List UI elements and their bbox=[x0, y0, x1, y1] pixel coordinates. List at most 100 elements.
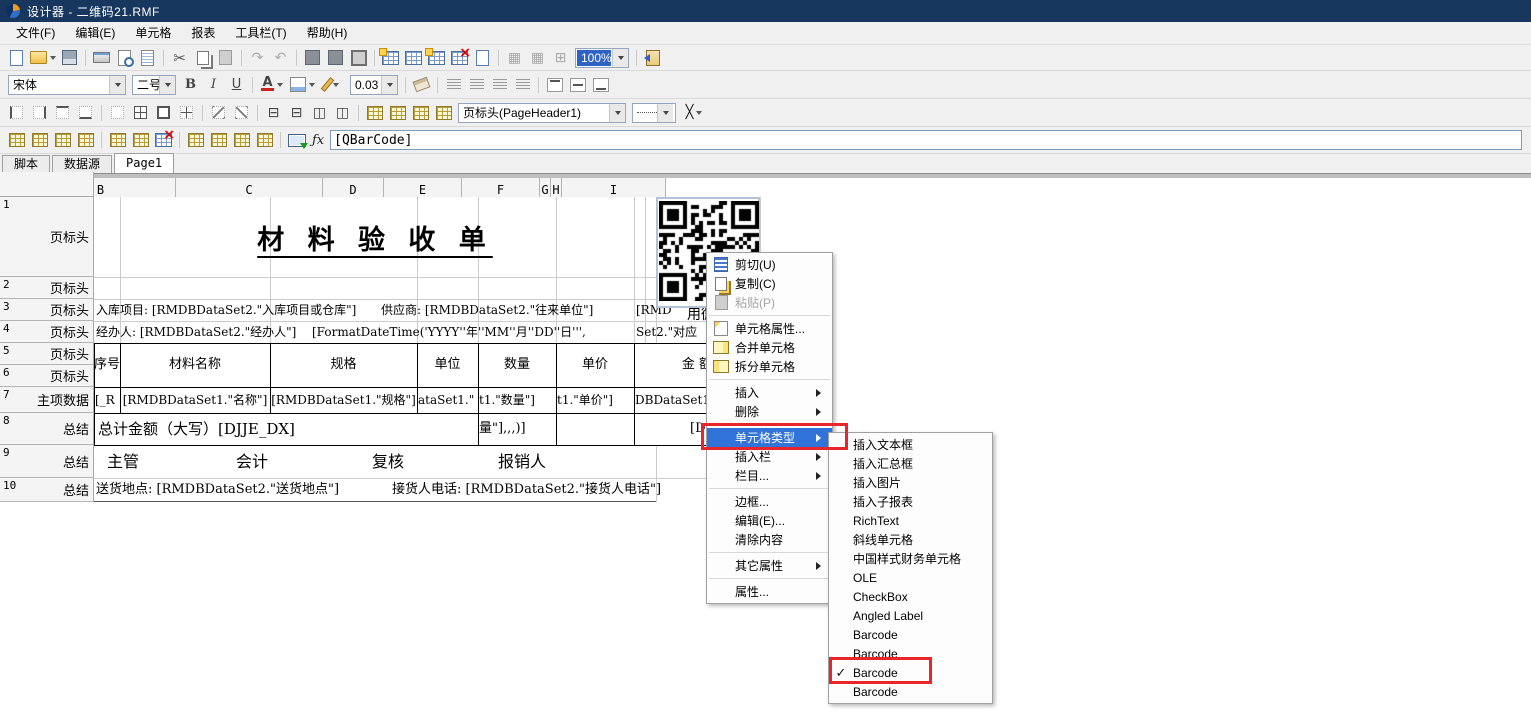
data-cell[interactable]: t1."数量"] bbox=[478, 387, 556, 413]
align-center-icon[interactable] bbox=[465, 74, 488, 95]
new-page-icon[interactable] bbox=[471, 47, 494, 68]
row-header[interactable]: 9 总结 bbox=[0, 445, 94, 478]
fill-color-button[interactable] bbox=[287, 74, 317, 95]
delete-cells-icon[interactable] bbox=[152, 130, 175, 151]
menu-borders[interactable]: 边框... bbox=[707, 492, 832, 511]
new-file-icon[interactable] bbox=[5, 47, 28, 68]
insert-table-icon[interactable] bbox=[402, 47, 425, 68]
cut-icon[interactable]: ✂ bbox=[168, 47, 191, 68]
merge-band-icon[interactable] bbox=[230, 130, 253, 151]
menu-delete[interactable]: 删除 bbox=[707, 402, 832, 421]
chevron-down-icon[interactable] bbox=[612, 49, 628, 67]
table-header-cell[interactable]: 单价 bbox=[556, 343, 634, 387]
menu-report[interactable]: 报表 bbox=[181, 22, 225, 44]
menu-other-properties[interactable]: 其它属性 bbox=[707, 556, 832, 575]
undo-icon[interactable]: ↶ bbox=[269, 47, 292, 68]
cell-total-amount[interactable]: 总计金额（大写）[DJJE_DX] bbox=[98, 413, 295, 445]
band-select[interactable]: 页标头(PageHeader1) bbox=[458, 103, 626, 123]
cell-clipped-r4[interactable]: Set2."对应 bbox=[636, 321, 697, 343]
submenu-chinese-finance-cell[interactable]: 中国样式财务单元格 bbox=[829, 549, 992, 568]
show-cell-borders-icon[interactable]: ⊞ bbox=[549, 47, 572, 68]
menu-insert-bar[interactable]: 插入栏 bbox=[707, 447, 832, 466]
band-split-icon[interactable] bbox=[74, 130, 97, 151]
signature-cell[interactable]: 报销人 bbox=[498, 445, 546, 478]
snap-to-grid-icon[interactable]: ▦ bbox=[526, 47, 549, 68]
delete-band-icon[interactable] bbox=[448, 47, 471, 68]
copy-icon[interactable] bbox=[191, 47, 214, 68]
data-cell[interactable]: [_R bbox=[94, 387, 120, 413]
column-insert-icon[interactable] bbox=[51, 130, 74, 151]
menu-file[interactable]: 文件(F) bbox=[6, 22, 65, 44]
row-insert-icon[interactable] bbox=[28, 130, 51, 151]
font-size-select[interactable]: 二号 bbox=[132, 75, 176, 95]
insert-column-icon[interactable] bbox=[386, 102, 409, 123]
submenu-barcode-2[interactable]: Barcode bbox=[829, 644, 992, 663]
line-style-select[interactable] bbox=[632, 103, 676, 123]
new-report-icon[interactable] bbox=[379, 47, 402, 68]
submenu-richtext[interactable]: RichText bbox=[829, 511, 992, 530]
menu-paste[interactable]: 粘贴(P) bbox=[707, 293, 832, 312]
preview-button[interactable] bbox=[285, 130, 308, 151]
row-header[interactable]: 3 页标头 bbox=[0, 299, 94, 321]
chevron-down-icon[interactable] bbox=[109, 76, 125, 94]
chevron-down-icon[interactable] bbox=[381, 76, 397, 94]
merge-horizontal-icon[interactable]: ⊟ bbox=[262, 102, 285, 123]
valign-center-icon[interactable] bbox=[566, 74, 589, 95]
table-header-cell[interactable]: 数量 bbox=[478, 343, 556, 387]
data-cell[interactable]: ataSet1." bbox=[417, 387, 478, 413]
border-all-icon[interactable] bbox=[129, 102, 152, 123]
signature-cell[interactable]: 复核 bbox=[372, 445, 404, 478]
cell-supplier[interactable]: 供应商: [RMDBDataSet2."往来单位"] bbox=[381, 299, 593, 321]
submenu-angled-label[interactable]: Angled Label bbox=[829, 606, 992, 625]
report-title-cell[interactable]: 材 料 验 收 单 bbox=[94, 197, 656, 277]
border-left-icon[interactable] bbox=[5, 102, 28, 123]
formula-input[interactable] bbox=[330, 130, 1522, 150]
underline-button[interactable]: U bbox=[225, 74, 248, 95]
valign-top-icon[interactable] bbox=[543, 74, 566, 95]
submenu-ole[interactable]: OLE bbox=[829, 568, 992, 587]
cell-qty-sum-clipped[interactable]: 量"],,,)] bbox=[479, 413, 526, 445]
cell-warehouse[interactable]: 入库项目: [RMDBDataSet2."入库项目或仓库"] bbox=[96, 299, 356, 321]
table-header-cell[interactable]: 序号 bbox=[94, 343, 120, 387]
menu-cell[interactable]: 单元格 bbox=[125, 22, 181, 44]
append-row-icon[interactable] bbox=[409, 102, 432, 123]
send-back-icon[interactable] bbox=[324, 47, 347, 68]
submenu-insert-textbox[interactable]: 插入文本框 bbox=[829, 435, 992, 454]
border-outer-icon[interactable] bbox=[152, 102, 175, 123]
append-column-icon[interactable] bbox=[432, 102, 455, 123]
print-preview-icon[interactable] bbox=[113, 47, 136, 68]
menu-insert[interactable]: 插入 bbox=[707, 383, 832, 402]
insert-band-above-icon[interactable] bbox=[106, 130, 129, 151]
submenu-barcode-3[interactable]: Barcode bbox=[829, 663, 992, 682]
menu-cell-type[interactable]: 单元格类型 bbox=[707, 428, 832, 447]
border-right-icon[interactable] bbox=[28, 102, 51, 123]
align-left-icon[interactable] bbox=[442, 74, 465, 95]
select-region-icon[interactable] bbox=[347, 47, 370, 68]
submenu-barcode-1[interactable]: Barcode bbox=[829, 625, 992, 644]
menu-toolbars[interactable]: 工具栏(T) bbox=[225, 22, 296, 44]
print-icon[interactable] bbox=[90, 47, 113, 68]
border-inner-icon[interactable] bbox=[175, 102, 198, 123]
font-select[interactable]: 宋体 bbox=[8, 75, 126, 95]
border-none-icon[interactable] bbox=[106, 102, 129, 123]
row-header[interactable]: 2 页标头 bbox=[0, 277, 94, 299]
valign-bottom-icon[interactable] bbox=[589, 74, 612, 95]
align-right-icon[interactable] bbox=[488, 74, 511, 95]
bring-forward-icon[interactable] bbox=[301, 47, 324, 68]
diagonal-down-icon[interactable] bbox=[207, 102, 230, 123]
format-eraser-icon[interactable] bbox=[410, 74, 433, 95]
data-cell[interactable]: [RMDBDataSet1."名称"] bbox=[120, 387, 270, 413]
tab-page1[interactable]: Page1 bbox=[114, 153, 174, 173]
row-header[interactable]: 10 总结 bbox=[0, 478, 94, 502]
redo-icon[interactable]: ↷ bbox=[246, 47, 269, 68]
menu-split-cells[interactable]: 拆分单元格 bbox=[707, 357, 832, 376]
exit-icon[interactable] bbox=[641, 47, 664, 68]
row-header[interactable]: 7 主项数据 bbox=[0, 387, 94, 413]
submenu-insert-image[interactable]: 插入图片 bbox=[829, 473, 992, 492]
menu-clear-content[interactable]: 清除内容 bbox=[707, 530, 832, 549]
split-vertical-icon[interactable]: ◫ bbox=[331, 102, 354, 123]
tab-datasource[interactable]: 数据源 bbox=[52, 155, 112, 173]
row-header[interactable]: 6 页标头 bbox=[0, 365, 94, 387]
open-file-icon[interactable] bbox=[28, 47, 58, 68]
submenu-insert-summary-box[interactable]: 插入汇总框 bbox=[829, 454, 992, 473]
